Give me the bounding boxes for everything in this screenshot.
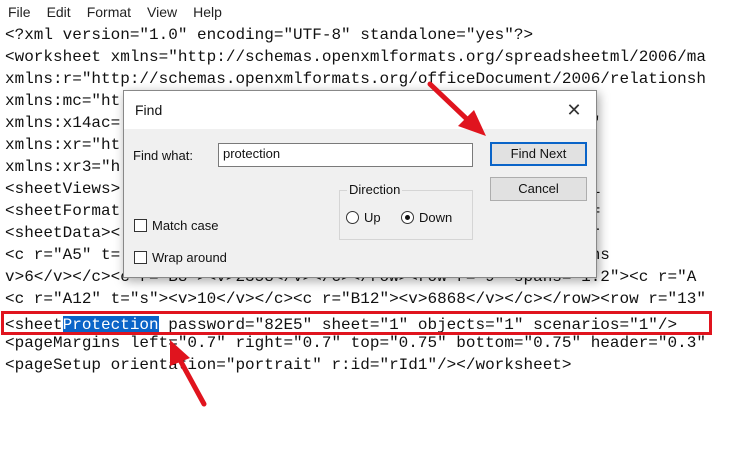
menu-file[interactable]: File	[0, 4, 39, 20]
text-line: <pageSetup orientation="portrait" r:id="…	[5, 356, 572, 374]
find-what-label: Find what:	[133, 148, 193, 163]
up-label: Up	[364, 210, 381, 225]
down-radio[interactable]	[401, 211, 414, 224]
text-line: <worksheet xmlns="http://schemas.openxml…	[5, 48, 706, 66]
dialog-title: Find	[135, 102, 163, 118]
annotation-box	[1, 311, 712, 335]
match-case-label: Match case	[152, 218, 219, 233]
cancel-button[interactable]: Cancel	[490, 177, 587, 201]
menu-bar: File Edit Format View Help	[0, 0, 730, 24]
close-icon[interactable]: ✕	[552, 91, 596, 129]
match-case-checkbox[interactable]	[134, 219, 147, 232]
down-label: Down	[419, 210, 453, 225]
wrap-around-label: Wrap around	[152, 250, 227, 265]
radio-selected-dot	[405, 215, 410, 220]
menu-edit[interactable]: Edit	[39, 4, 79, 20]
find-next-button[interactable]: Find Next	[490, 142, 587, 166]
find-what-input[interactable]: protection	[218, 143, 473, 167]
dialog-title-bar: Find ✕	[124, 91, 596, 129]
text-line: <?xml version="1.0" encoding="UTF-8" sta…	[5, 26, 534, 44]
text-line: <pageMargins left="0.7" right="0.7" top=…	[5, 334, 706, 352]
text-line: <c r="A12" t="s"><v>10</v></c><c r="B12"…	[5, 290, 706, 308]
direction-label: Direction	[347, 182, 403, 197]
menu-format[interactable]: Format	[79, 4, 139, 20]
up-radio[interactable]	[346, 211, 359, 224]
find-dialog: Find ✕ Find what: protection Find Next C…	[123, 90, 597, 278]
menu-view[interactable]: View	[139, 4, 185, 20]
wrap-around-checkbox[interactable]	[134, 251, 147, 264]
menu-help[interactable]: Help	[185, 4, 230, 20]
text-line: xmlns:r="http://schemas.openxmlformats.o…	[5, 70, 706, 88]
